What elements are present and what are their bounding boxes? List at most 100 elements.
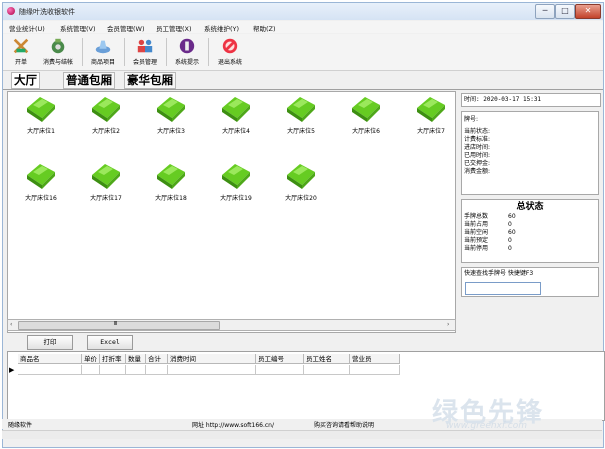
scroll-thumb[interactable]: Ⅲ	[18, 321, 220, 330]
toolbar-separator	[82, 38, 83, 66]
window-title: 随缘叶洗收银软件	[19, 8, 75, 16]
products-button[interactable]: 商品项目	[85, 36, 121, 68]
bed-tile[interactable]: 大厅床位17	[77, 161, 135, 207]
menu-bar: 营业统计(U) 系统管理(V) 会员管理(W) 员工管理(X) 系统维护(Y) …	[3, 21, 603, 33]
bed-tile[interactable]: 大厅床位4	[207, 94, 265, 140]
col-header-staff-id[interactable]: 员工编号	[256, 354, 304, 364]
menu-staff-manage[interactable]: 员工管理(X)	[156, 23, 192, 33]
quick-search-label: 快速查找手牌号 快捷键F3	[464, 270, 534, 277]
quick-search-box: 快速查找手牌号 快捷键F3	[461, 267, 599, 297]
table-cell[interactable]	[350, 365, 400, 375]
toolbar-separator	[166, 38, 167, 66]
system-tip-icon	[179, 38, 195, 54]
bed-tile[interactable]: 大厅床位20	[272, 161, 330, 207]
col-header-total[interactable]: 合计	[146, 354, 168, 364]
tab-hall[interactable]: 大厅	[11, 72, 40, 89]
time-label: 时间:	[464, 96, 480, 103]
open-order-button[interactable]: 开单	[7, 36, 35, 68]
exit-icon	[222, 38, 238, 54]
watermark-url: www.greenxf.com	[446, 421, 527, 431]
detail-state-label: 当前状态:	[464, 128, 491, 135]
menu-help[interactable]: 帮助(Z)	[253, 23, 276, 33]
bed-tile[interactable]: 大厅床位6	[337, 94, 395, 140]
table-cell[interactable]	[126, 365, 146, 375]
bed-tile[interactable]: 大厅床位5	[272, 94, 330, 140]
action-bar: 打印 Excel	[7, 334, 603, 350]
status-url: 网址 http://www.soft166.cn/	[192, 422, 275, 429]
bed-tile[interactable]: 大厅床位16	[12, 161, 70, 207]
system-tip-button[interactable]: 系统提示	[169, 36, 205, 68]
app-icon	[7, 7, 15, 15]
bed-tile[interactable]: 大厅床位7	[402, 94, 460, 140]
bed-icon	[222, 164, 250, 189]
open-order-icon	[13, 38, 29, 54]
checkout-button[interactable]: 消费与结帐	[37, 36, 79, 68]
scroll-left-icon[interactable]: ‹	[10, 320, 12, 329]
toolbar-separator	[208, 38, 209, 66]
bed-grid: 大厅床位1 大厅床位2 大厅床位3 大厅床位4 大厅床位5 大厅床位6 大厅床位7 大厅床位1…	[7, 91, 456, 333]
bed-label: 大厅床位20	[285, 195, 317, 202]
room-tabs: 大厅 普通包厢 豪华包厢	[3, 71, 603, 90]
quick-search-input[interactable]	[465, 282, 541, 295]
menu-business-stats[interactable]: 营业统计(U)	[9, 23, 45, 33]
col-header-discount[interactable]: 打折率	[100, 354, 126, 364]
table-cell[interactable]	[100, 365, 126, 375]
menu-system-manage[interactable]: 系统管理(V)	[60, 23, 96, 33]
bed-tile[interactable]: 大厅床位2	[77, 94, 135, 140]
tab-standard-room[interactable]: 普通包厢	[63, 72, 115, 89]
bed-label: 大厅床位3	[157, 128, 185, 135]
horizontal-scrollbar[interactable]: ‹ Ⅲ ›	[7, 319, 456, 331]
bed-label: 大厅床位2	[92, 128, 120, 135]
bed-detail-box: 牌号: 当前状态: 计费标准: 进店时间: 已用时间: 已交押金: 消费金额:	[461, 111, 599, 195]
table-cell[interactable]	[256, 365, 304, 375]
members-icon	[137, 39, 153, 53]
col-header-price[interactable]: 单价	[82, 354, 100, 364]
menu-system-maintain[interactable]: 系统维护(Y)	[204, 23, 239, 33]
bed-label: 大厅床位5	[287, 128, 315, 135]
table-cell[interactable]	[146, 365, 168, 375]
col-header-salesperson[interactable]: 营业员	[350, 354, 400, 364]
members-button[interactable]: 会员管理	[127, 36, 163, 68]
col-header-quantity[interactable]: 数量	[126, 354, 146, 364]
detail-rate-label: 计费标准:	[464, 136, 491, 143]
minimize-button[interactable]: ─	[535, 4, 555, 19]
bed-tile[interactable]: 大厅床位18	[142, 161, 200, 207]
close-button[interactable]: ✕	[575, 4, 601, 19]
status-occupied: 当前占用 0	[464, 221, 512, 228]
table-cell[interactable]	[18, 365, 82, 375]
col-header-product[interactable]: 商品名	[18, 354, 82, 364]
status-note: 购买咨询请看帮助说明	[314, 422, 375, 429]
detail-deposit-label: 已交押金:	[464, 160, 491, 167]
bed-label: 大厅床位18	[155, 195, 187, 202]
excel-button[interactable]: Excel	[87, 335, 133, 350]
bed-tile[interactable]: 大厅床位1	[12, 94, 70, 140]
detail-checkin-label: 进店时间:	[464, 144, 491, 151]
table-cell[interactable]	[168, 365, 256, 375]
toolbar: 开单 消费与结帐 商品项目 会员管理 系统提示 退出系统	[3, 34, 603, 71]
side-panel: 时间: 2020-03-17 15:31 牌号: 当前状态: 计费标准: 进店时…	[459, 91, 602, 331]
checkout-icon	[51, 38, 65, 54]
status-total: 手牌总数 60	[464, 213, 516, 220]
main-window: 随缘叶洗收银软件 ─ □ ✕ 营业统计(U) 系统管理(V) 会员管理(W) 员…	[2, 2, 605, 448]
bed-icon	[417, 97, 445, 122]
bottom-scrollbar[interactable]	[2, 430, 602, 439]
print-button[interactable]: 打印	[27, 335, 73, 350]
col-header-staff-name[interactable]: 员工姓名	[304, 354, 350, 364]
menu-member-manage[interactable]: 会员管理(W)	[107, 23, 145, 33]
scroll-right-icon[interactable]: ›	[447, 320, 449, 329]
status-title: 总状态	[516, 202, 544, 212]
title-bar: 随缘叶洗收银软件 ─ □ ✕	[3, 3, 603, 20]
col-header-time[interactable]: 消费时间	[168, 354, 256, 364]
tab-luxury-room[interactable]: 豪华包厢	[124, 72, 176, 89]
maximize-button[interactable]: □	[555, 4, 575, 19]
row-indicator-icon: ▶	[9, 366, 15, 374]
status-disabled: 当前停用 0	[464, 245, 512, 252]
bed-tile[interactable]: 大厅床位19	[207, 161, 265, 207]
bed-tile[interactable]: 大厅床位3	[142, 94, 200, 140]
products-icon	[95, 40, 111, 54]
bed-icon	[287, 164, 315, 189]
table-cell[interactable]	[82, 365, 100, 375]
time-value: 2020-03-17 15:31	[483, 96, 542, 103]
table-cell[interactable]	[304, 365, 350, 375]
exit-button[interactable]: 退出系统	[211, 36, 249, 68]
